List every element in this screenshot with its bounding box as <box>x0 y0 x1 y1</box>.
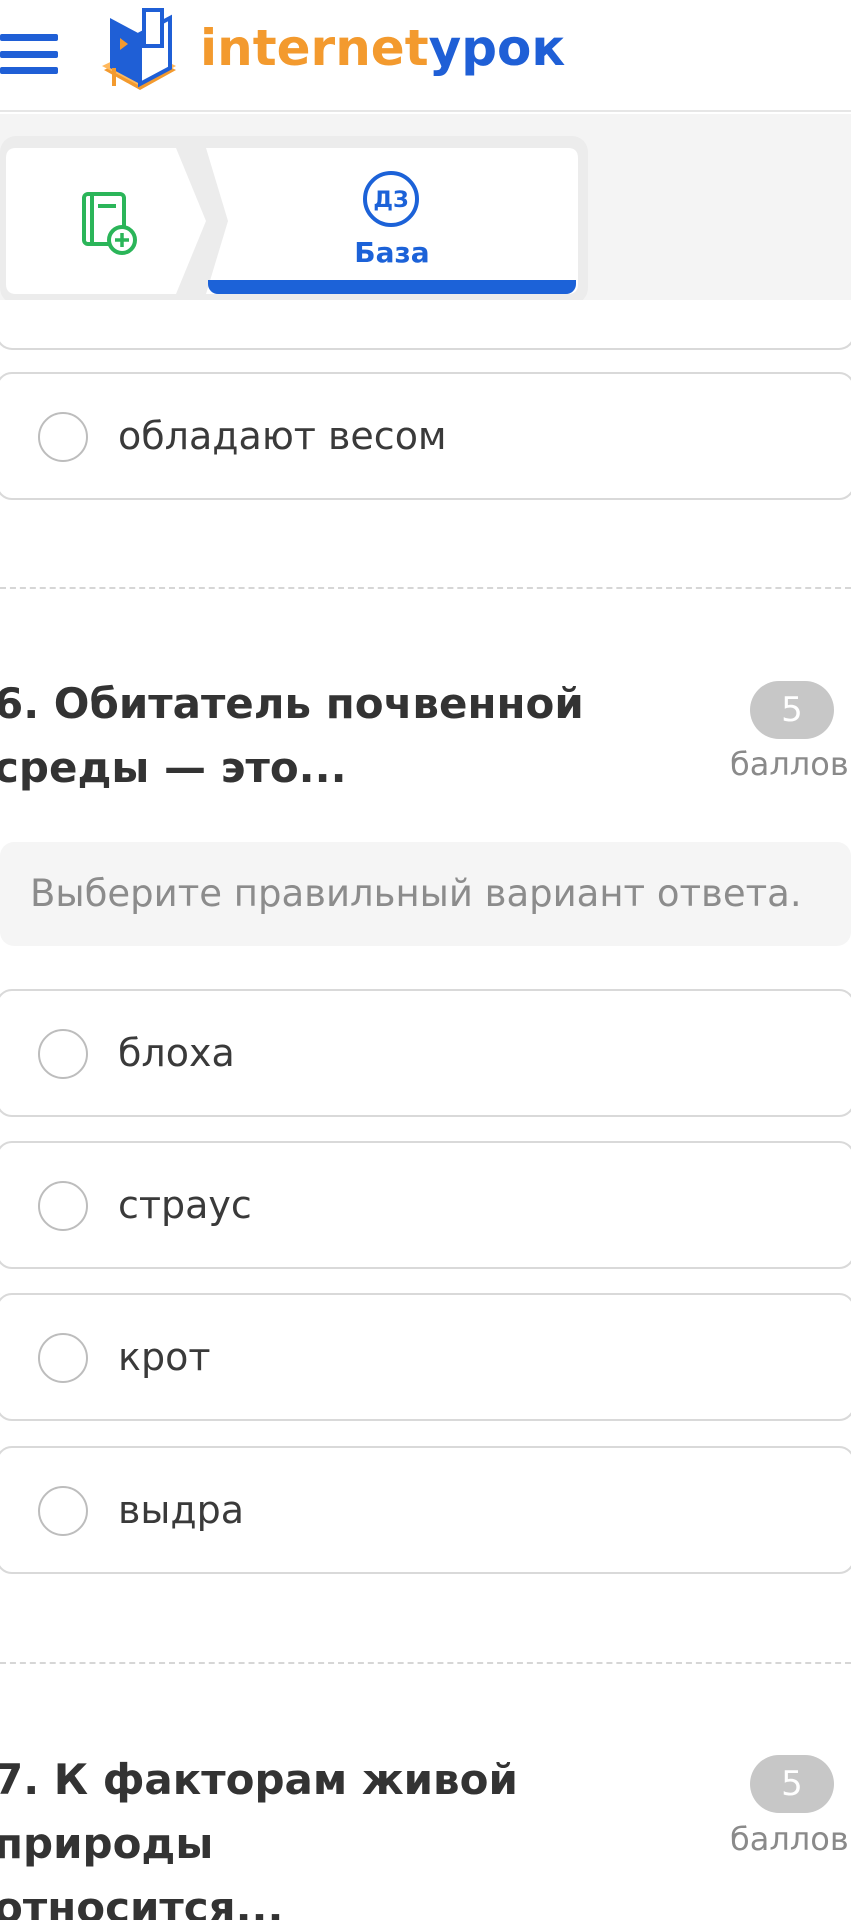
tabs-container: ДЗ База <box>0 136 588 304</box>
radio-button[interactable] <box>38 412 88 462</box>
question-title-line: среды — это... <box>0 743 347 792</box>
points-label: баллов <box>730 745 849 783</box>
points-badge: 5 <box>750 681 834 739</box>
tab-base-label: База <box>354 236 430 269</box>
radio-button[interactable] <box>38 1029 88 1079</box>
tabs-strip: ДЗ База <box>0 114 851 324</box>
answer-option[interactable]: обладают весом <box>0 372 851 500</box>
answer-option-label: страус <box>118 1183 252 1227</box>
dz-icon: ДЗ <box>363 171 419 227</box>
logo-part-internet: internet <box>200 19 429 77</box>
menu-bar <box>0 34 58 41</box>
logo-book-icon[interactable] <box>96 8 182 94</box>
answer-option-label: выдра <box>118 1488 245 1532</box>
question-divider <box>0 587 851 589</box>
app-header: internetурок <box>0 0 851 112</box>
answer-option-label: обладают весом <box>118 414 447 458</box>
tab-homework-book[interactable] <box>6 148 206 294</box>
answer-option-label: блоха <box>118 1031 235 1075</box>
tab-base[interactable]: ДЗ База <box>206 148 578 294</box>
question-title-line: 7. К факторам живой природы <box>0 1755 518 1868</box>
points-badge: 5 <box>750 1755 834 1813</box>
radio-button[interactable] <box>38 1333 88 1383</box>
logo-wordmark[interactable]: internetурок <box>200 16 565 80</box>
question-title: 7. К факторам живой природы относится... <box>0 1748 714 1920</box>
radio-button[interactable] <box>38 1181 88 1231</box>
dz-icon-text: ДЗ <box>373 188 408 213</box>
answer-hint-text: Выберите правильный вариант ответа. <box>30 872 802 915</box>
question-title-line: 6. Обитатель почвенной <box>0 679 584 728</box>
answer-option[interactable]: страус <box>0 1141 851 1269</box>
question-title: 6. Обитатель почвенной среды — это... <box>0 672 714 800</box>
previous-option-remnant[interactable] <box>0 300 851 350</box>
tab-selected-indicator <box>208 280 576 294</box>
points-label: баллов <box>730 1820 849 1858</box>
menu-bar <box>0 67 58 74</box>
logo-part-urok: урок <box>428 19 566 77</box>
answer-option[interactable]: блоха <box>0 989 851 1117</box>
answer-option[interactable]: крот <box>0 1293 851 1421</box>
radio-button[interactable] <box>38 1486 88 1536</box>
menu-icon[interactable] <box>0 34 58 74</box>
question-title-line: относится... <box>0 1883 284 1920</box>
answer-option-label: крот <box>118 1335 211 1379</box>
menu-bar <box>0 50 58 58</box>
answer-option[interactable]: выдра <box>0 1446 851 1574</box>
answer-hint: Выберите правильный вариант ответа. <box>0 842 851 946</box>
question-divider <box>0 1662 851 1664</box>
